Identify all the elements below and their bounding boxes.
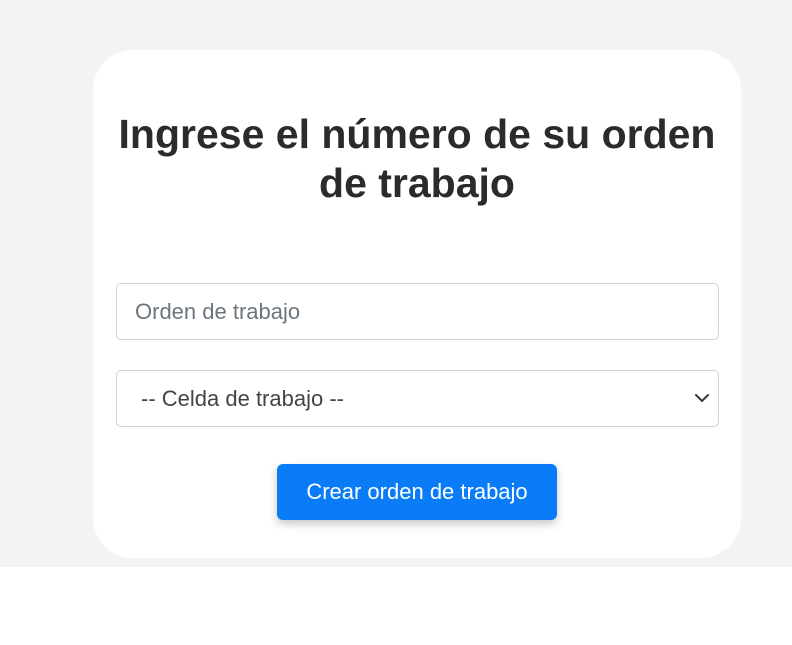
chevron-down-icon xyxy=(695,394,709,402)
work-order-input[interactable] xyxy=(116,283,719,340)
create-work-order-button[interactable]: Crear orden de trabajo xyxy=(277,464,557,520)
work-cell-select-value: -- Celda de trabajo -- xyxy=(141,386,344,411)
work-cell-select[interactable]: -- Celda de trabajo -- xyxy=(116,370,719,427)
page-title: Ingrese el número de su orden de trabajo xyxy=(118,111,716,206)
work-order-card: Ingrese el número de su orden de trabajo… xyxy=(93,50,741,558)
